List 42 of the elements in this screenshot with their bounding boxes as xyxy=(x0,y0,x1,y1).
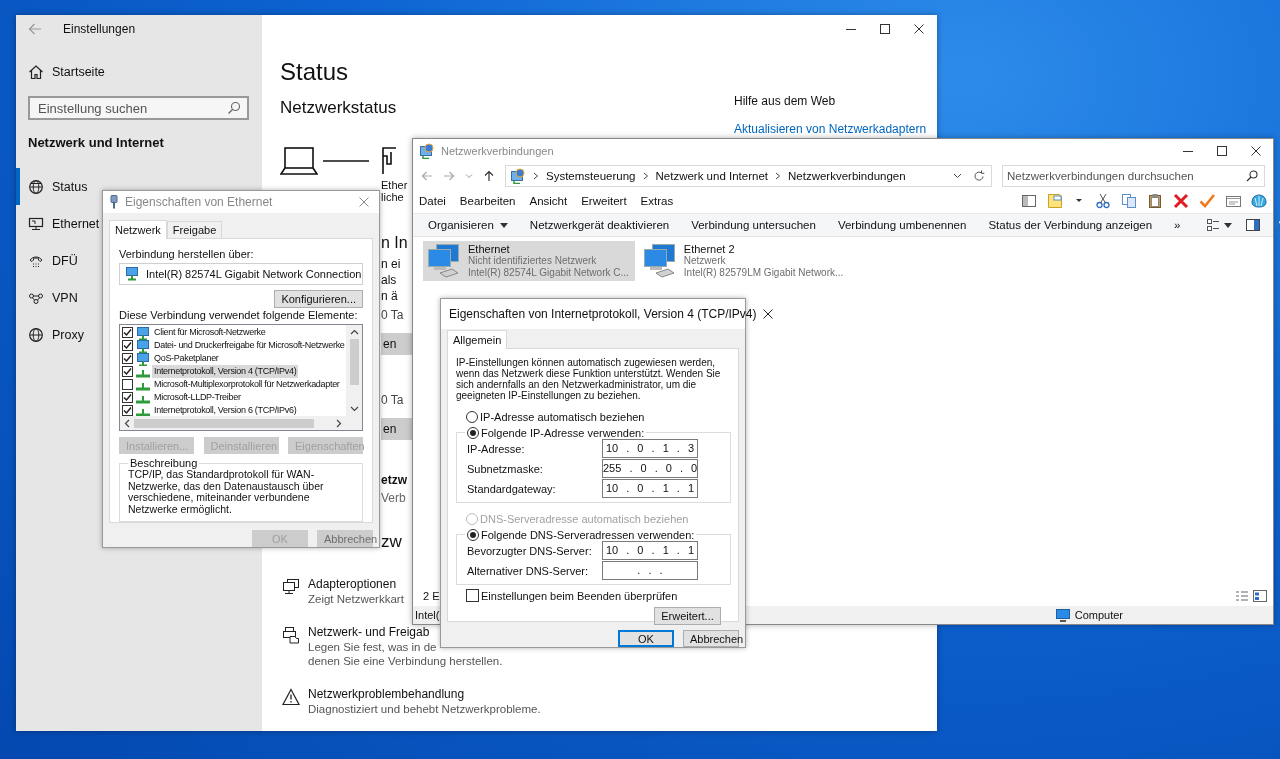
option-description: Zeigt Netzwerkkart xyxy=(308,592,404,606)
connection-name: Ethernet 2 xyxy=(683,243,736,255)
field-label: Subnetzmaske: xyxy=(467,462,543,475)
adapter-name: Intel(R) 82574L Gigabit Network C... xyxy=(468,267,629,279)
window-title: Netzwerkverbindungen xyxy=(441,145,555,157)
field-label: Verbindung herstellen über: xyxy=(119,247,255,261)
location-text: Computer xyxy=(1074,609,1123,621)
adapter-name: Intel(R) 82574L Gigabit Network Connection xyxy=(146,268,362,280)
status-text: Intel( xyxy=(415,609,440,621)
subheading-text: etzw xyxy=(381,472,407,489)
option-description: Legen Sie fest, was in de xyxy=(308,640,438,654)
connection-status: Nicht identifiziertes Netzwerk xyxy=(468,255,598,267)
section-heading: Netzwerk und Internet xyxy=(28,135,165,150)
help-heading: Hilfe aus dem Web xyxy=(734,93,837,109)
item-count: 2 E xyxy=(423,590,440,602)
caption-text: Ether xyxy=(381,179,408,191)
body-text: n ä xyxy=(381,288,398,304)
description-text: IP-Einstellungen können automatisch zugewiesen werden, wenn das Netzwerk diese Funktion unterstützt. Wenden Sie sich andernfalls an den Netzwerkadministrator, um die geeigneten IP-Einstellungen zu beziehen. xyxy=(456,357,722,401)
option-description: denen Sie eine Verbindung herstellen. xyxy=(308,654,503,668)
page-title: Status xyxy=(280,57,350,87)
field-label: IP-Adresse: xyxy=(467,442,525,455)
group-title: Beschreibung xyxy=(129,457,198,469)
body-text: als xyxy=(381,272,397,288)
connection-status: Netzwerk xyxy=(683,255,727,267)
field-label: Diese Verbindung verwendet folgende Elemente: xyxy=(119,308,359,322)
heading-text: zw xyxy=(381,531,402,553)
section-heading: Netzwerkstatus xyxy=(280,97,398,119)
body-text: n ei xyxy=(381,256,401,272)
connection-name: Ethernet xyxy=(468,243,511,255)
caption-text: 0 Ta xyxy=(381,392,404,408)
caption-text: liche xyxy=(381,191,404,203)
adapter-name: Intel(R) 82579LM Gigabit Network... xyxy=(683,267,844,279)
description-text: TCP/IP, das Standardprotokoll für WAN-Netzwerke, das den Datenaustausch über verschiedene, miteinander verbundene Netzwerke ermöglicht. xyxy=(128,469,325,515)
field-label: Alternativer DNS-Server: xyxy=(467,564,589,577)
caption-text: Verb xyxy=(381,490,406,506)
field-label: Standardgateway: xyxy=(467,482,556,495)
caption-text: 0 Ta xyxy=(381,307,404,323)
field-label: Bevorzugter DNS-Server: xyxy=(467,544,592,557)
window-title: Einstellungen xyxy=(63,22,136,36)
window-title: Eigenschaften von Internetprotokoll, Version 4 (TCP/IPv4) xyxy=(449,307,757,321)
option-description: Diagnostiziert und behebt Netzwerkprobleme. xyxy=(308,702,541,716)
heading-text: n In xyxy=(381,233,408,253)
